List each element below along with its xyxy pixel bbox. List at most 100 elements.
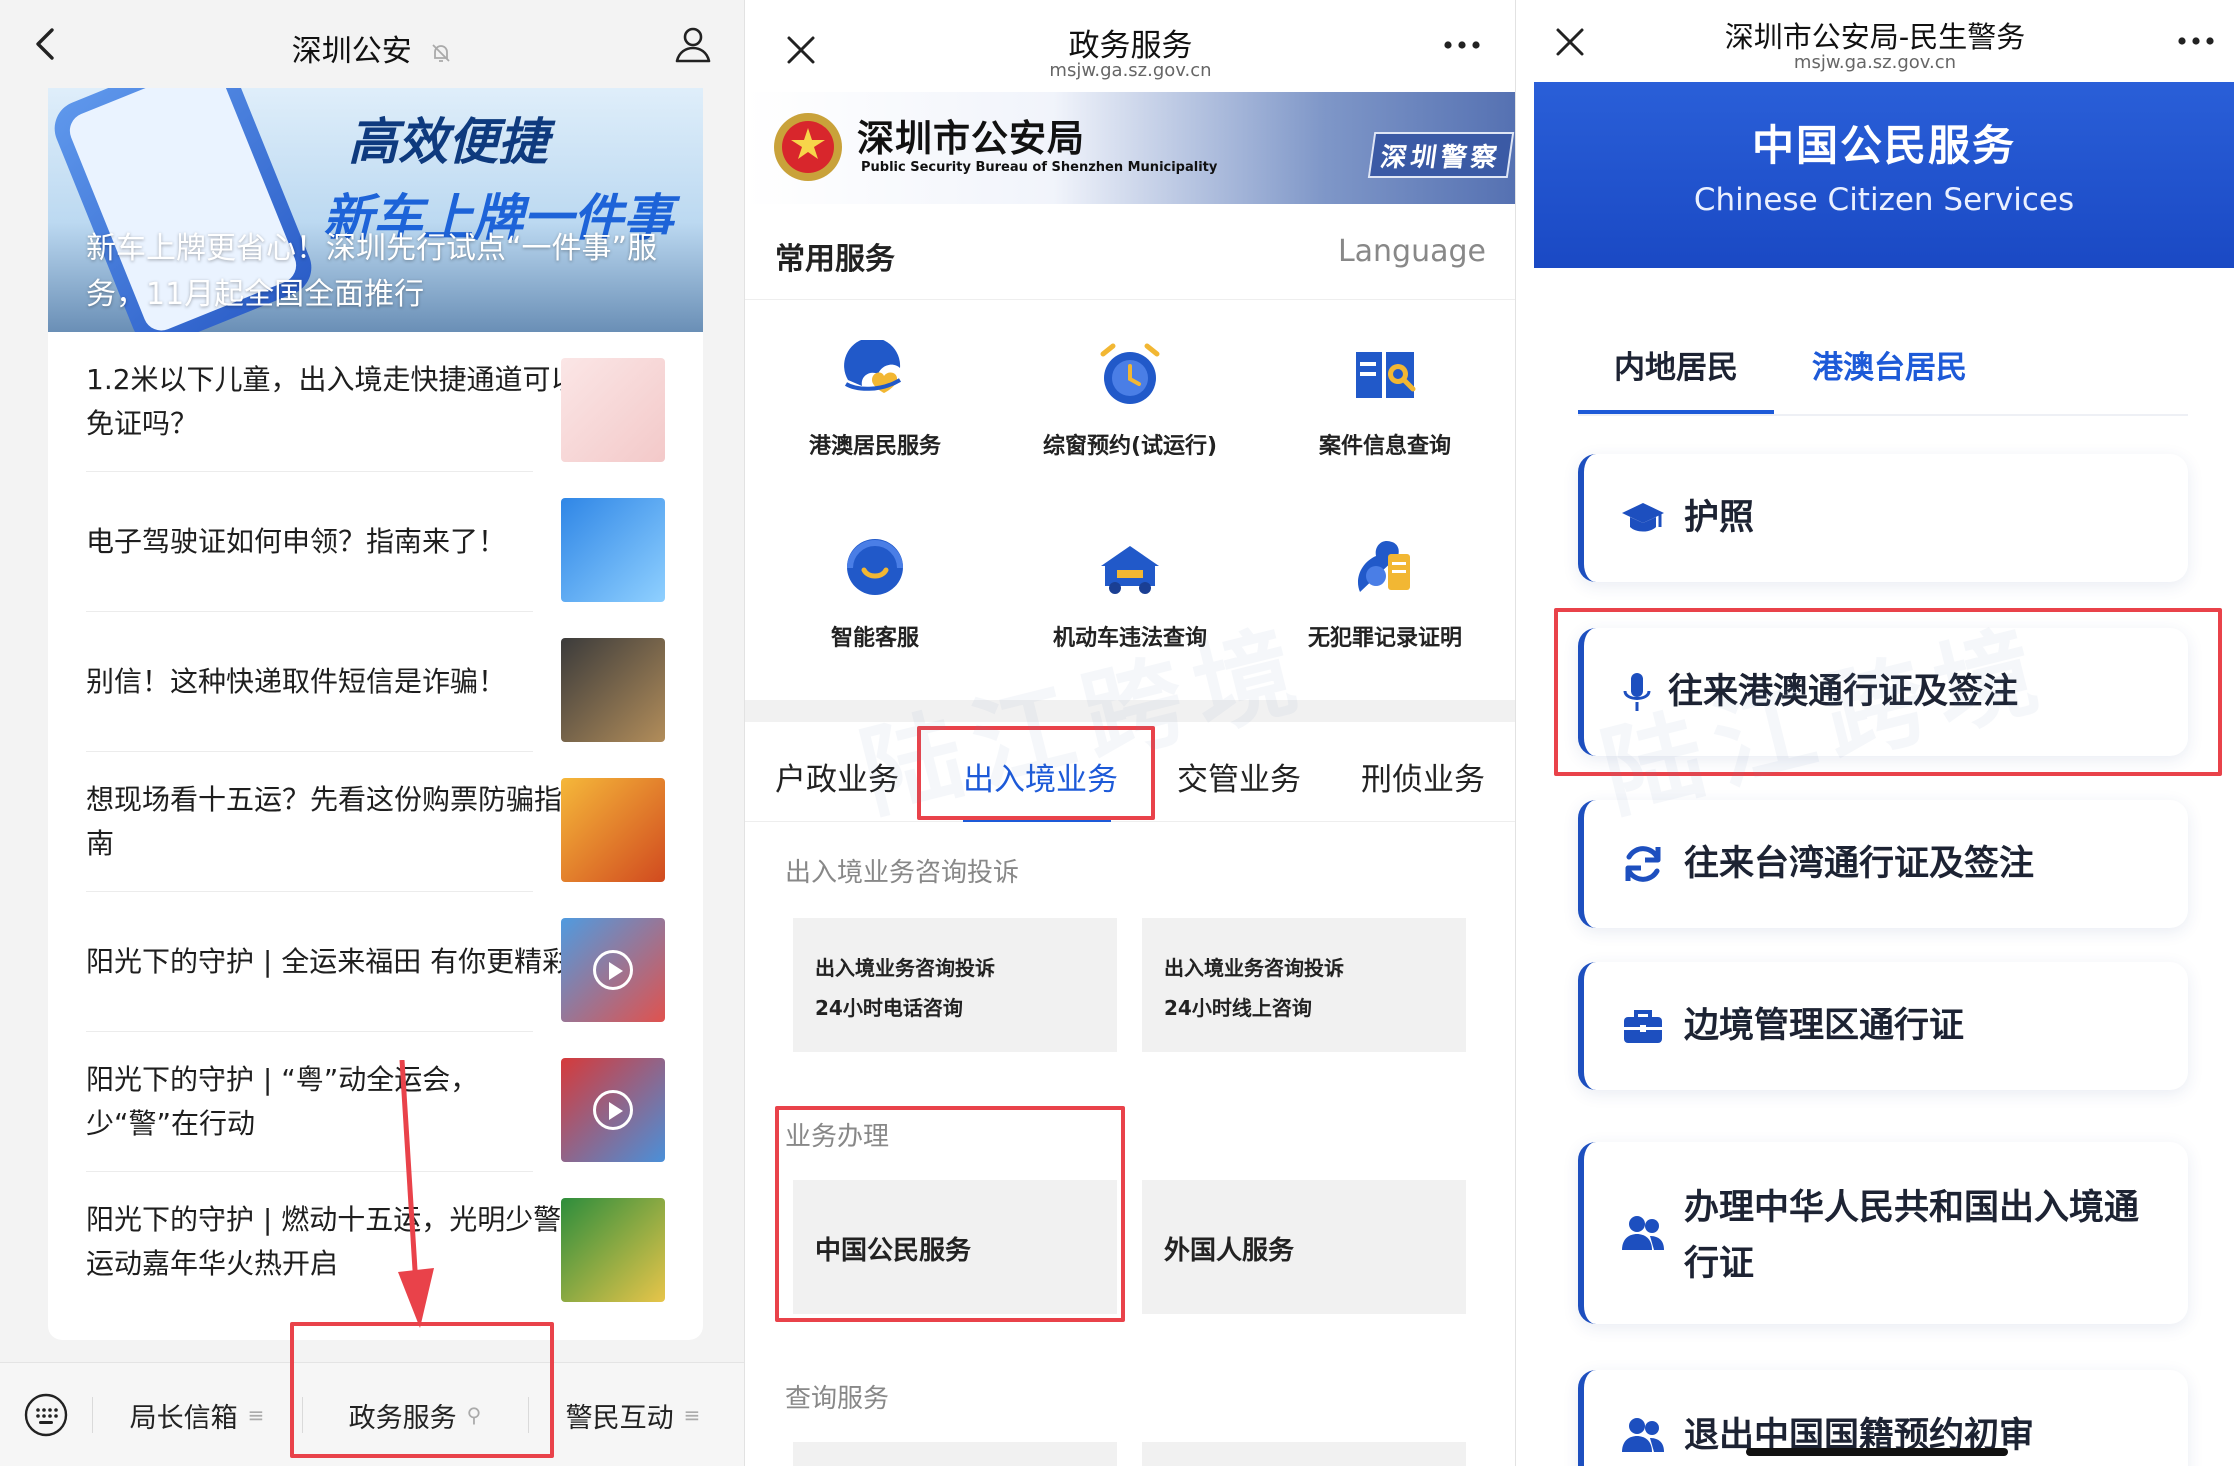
graduation-cap-icon — [1622, 503, 1664, 532]
news-thumbnail — [561, 1058, 665, 1162]
car-icon — [1101, 546, 1159, 594]
service-label: 综窗预约(试运行) — [1042, 434, 1218, 459]
police-emblem-icon — [774, 113, 842, 181]
account-name: 深圳公安 — [291, 34, 412, 69]
news-item[interactable]: 别信！这种快递取件短信是诈骗！ — [48, 612, 703, 752]
banner-headline: 高效便捷 — [348, 113, 548, 171]
hero-title-en: Chinese Citizen Services — [1693, 182, 2075, 218]
headline-banner[interactable]: 高效便捷 新车上牌一件事 新车上牌更省心！深圳先行试点“一件事”服务，11月起全… — [48, 88, 703, 332]
news-thumbnail — [561, 778, 665, 882]
services-url: msjw.ga.sz.gov.cn — [1049, 60, 1212, 81]
item-border-area-permit[interactable]: 边境管理区通行证 — [1578, 962, 2188, 1090]
common-services-header: 常用服务 Language — [745, 204, 1516, 300]
tab-hkmotw-residents[interactable]: 港澳台居民 — [1812, 342, 1967, 387]
news-list: 1.2米以下儿童，出入境走快捷通道可以免证吗？ 电子驾驶证如何申领？指南来了！ … — [48, 332, 703, 1312]
highlight-box-hkmo-permit — [1554, 608, 2222, 776]
bureau-name-cn: 深圳市公安局 — [857, 117, 1085, 160]
news-title: 阳光下的守护 | 全运来福田 有你更精彩 — [86, 945, 571, 978]
news-thumbnail — [561, 358, 665, 462]
service-label: 机动车违法查询 — [1052, 626, 1207, 651]
service-smart-support[interactable]: 智能客服 — [755, 492, 995, 682]
users-icon — [1622, 1216, 1664, 1250]
account-header: 深圳公安 — [0, 0, 745, 88]
service-window-appointment[interactable]: 综窗预约(试运行) — [1010, 300, 1250, 490]
highlight-box-citizen-services — [775, 1106, 1125, 1322]
box-label: 外国人服务 — [1164, 1236, 1295, 1266]
mute-bell-icon — [432, 43, 450, 62]
users-icon — [1622, 1418, 1664, 1452]
item-taiwan-permit[interactable]: 往来台湾通行证及签注 — [1578, 800, 2188, 928]
news-title: 想现场看十五运？先看这份购票防骗指南 — [86, 783, 563, 860]
box-line2: 24小时线上咨询 — [1164, 996, 1312, 1020]
wechat-account-panel: 深圳公安 高效便捷 新车上牌一件事 新车上牌更省心！深圳先行试点“一件事”服务，… — [0, 0, 745, 1466]
news-thumbnail — [561, 498, 665, 602]
citizen-page-title: 深圳市公安局-民生警务 — [1724, 20, 2026, 54]
menu-lines-icon: ≡ — [683, 1403, 701, 1427]
banner-caption: 新车上牌更省心！深圳先行试点“一件事”服务，11月起全国全面推行 — [86, 231, 658, 312]
news-item[interactable]: 电子驾驶证如何申领？指南来了！ — [48, 472, 703, 612]
online-consult-button[interactable]: 出入境业务咨询投诉 24小时线上咨询 — [1142, 918, 1466, 1052]
service-label: 智能客服 — [830, 626, 919, 651]
highlight-box-entry-exit-tab — [917, 726, 1155, 820]
language-link[interactable]: Language — [1338, 234, 1486, 269]
item-label: 往来台湾通行证及签注 — [1684, 844, 2035, 884]
service-no-criminal-record[interactable]: 无犯罪记录证明 — [1265, 492, 1505, 682]
active-tab-indicator — [1578, 410, 1774, 414]
play-icon — [593, 950, 633, 990]
play-icon — [593, 1090, 633, 1130]
more-icon[interactable] — [1442, 38, 1482, 52]
news-title: 阳光下的守护 | 燃动十五运，光明少警运动嘉年华火热开启 — [86, 1203, 562, 1280]
news-item[interactable]: 想现场看十五运？先看这份购票防骗指南 — [48, 752, 703, 892]
item-prc-exit-entry-permit[interactable]: 办理中华人民共和国出入境通行证 — [1578, 1142, 2188, 1324]
home-indicator — [1746, 1448, 2008, 1456]
news-item[interactable]: 阳光下的守护 | 全运来福田 有你更精彩 — [48, 892, 703, 1032]
section-gap — [745, 700, 1516, 722]
tab-traffic[interactable]: 交管业务 — [1177, 754, 1301, 799]
service-hkmo-residents[interactable]: 港澳居民服务 — [755, 300, 995, 490]
news-thumbnail — [561, 918, 665, 1022]
globe-heart-icon — [844, 340, 902, 393]
news-item[interactable]: 1.2米以下儿童，出入境走快捷通道可以免证吗？ — [48, 332, 703, 472]
service-label: 无犯罪记录证明 — [1307, 626, 1462, 651]
news-item[interactable]: 阳光下的守护 | “粤”动全运会，少“警”在行动 — [48, 1032, 703, 1172]
chat-bot-icon — [847, 539, 903, 595]
box-line2: 24小时电话咨询 — [815, 996, 963, 1020]
menu-lines-icon: ≡ — [247, 1403, 265, 1427]
services-title: 政务服务 — [1068, 28, 1193, 64]
news-title: 1.2米以下儿童，出入境走快捷通道可以免证吗？ — [86, 363, 579, 440]
service-label: 港澳居民服务 — [808, 434, 941, 459]
more-icon[interactable] — [2176, 34, 2216, 48]
foreigner-services-button[interactable]: 外国人服务 — [1142, 1180, 1466, 1314]
tab-mainland-residents[interactable]: 内地居民 — [1614, 342, 1738, 387]
bureau-name-en: Public Security Bureau of Shenzhen Munic… — [861, 160, 1218, 175]
certificate-icon — [1357, 540, 1410, 592]
citizen-header: 深圳市公安局-民生警务 msjw.ga.sz.gov.cn — [1516, 0, 2234, 82]
news-item[interactable]: 阳光下的守护 | 燃动十五运，光明少警运动嘉年华火热开启 — [48, 1172, 703, 1312]
menu-police-interaction[interactable]: 警民互动 ≡ — [528, 1363, 738, 1466]
query-section-title: 查询服务 — [785, 1384, 890, 1414]
keyboard-icon[interactable] — [24, 1393, 68, 1437]
refresh-icon — [1625, 846, 1661, 882]
news-title: 阳光下的守护 | “粤”动全运会，少“警”在行动 — [86, 1063, 479, 1140]
item-passport[interactable]: 护照 — [1578, 454, 2188, 582]
query-box[interactable] — [793, 1442, 1117, 1466]
bureau-banner: 深圳市公安局 Public Security Bureau of Shenzhe… — [745, 92, 1516, 204]
briefcase-icon — [1624, 1010, 1662, 1043]
alarm-clock-icon — [1100, 343, 1160, 404]
pointer-arrow — [398, 1060, 434, 1328]
citizen-services-panel: 深圳市公安局-民生警务 msjw.ga.sz.gov.cn 中国公民服务 Chi… — [1516, 0, 2234, 1466]
gov-services-panel: 政务服务 msjw.ga.sz.gov.cn 深圳市公安局 Public Sec… — [745, 0, 1516, 1466]
tab-household[interactable]: 户政业务 — [775, 754, 899, 799]
consult-section-title: 出入境业务咨询投诉 — [785, 858, 1020, 888]
profile-icon[interactable] — [673, 24, 713, 64]
highlight-box-gov-services — [290, 1322, 554, 1458]
query-box[interactable] — [1142, 1442, 1466, 1466]
service-case-query[interactable]: 案件信息查询 — [1265, 300, 1505, 490]
tab-criminal-investigation[interactable]: 刑侦业务 — [1361, 754, 1485, 799]
police-sign: 深圳警察 — [1367, 132, 1515, 178]
box-line1: 出入境业务咨询投诉 — [815, 956, 995, 980]
phone-consult-button[interactable]: 出入境业务咨询投诉 24小时电话咨询 — [793, 918, 1117, 1052]
services-header: 政务服务 msjw.ga.sz.gov.cn — [745, 0, 1516, 92]
service-vehicle-violation[interactable]: 机动车违法查询 — [1010, 492, 1250, 682]
menu-director-mailbox[interactable]: 局长信箱 ≡ — [92, 1363, 302, 1466]
